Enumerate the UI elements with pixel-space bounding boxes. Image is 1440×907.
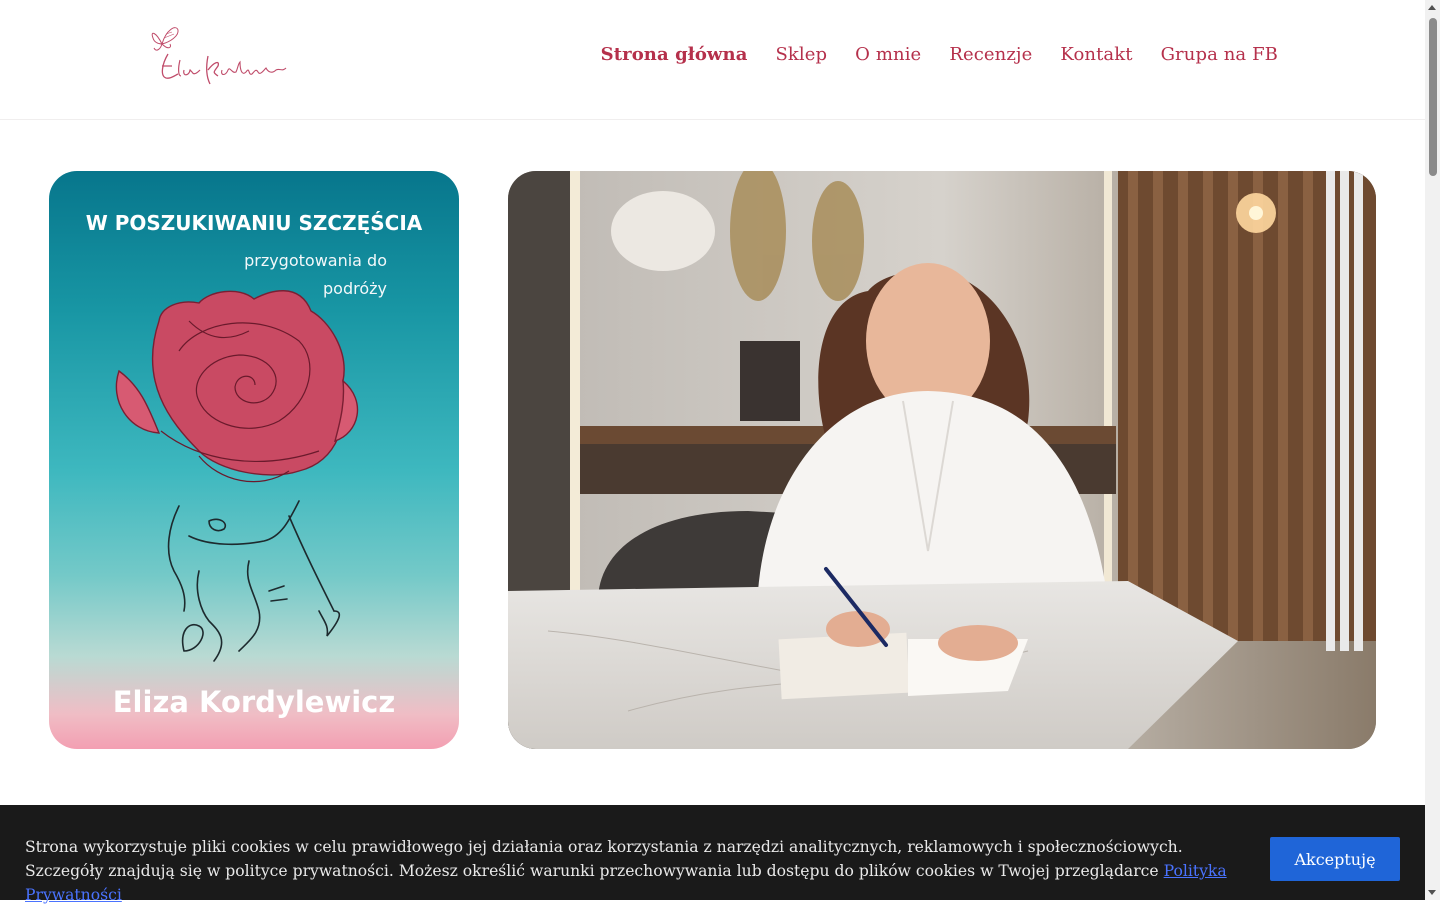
book-title: W POSZUKIWANIU SZCZĘŚCIA — [85, 211, 423, 235]
scroll-up-arrow-icon[interactable] — [1428, 5, 1436, 10]
cookie-message: Strona wykorzystuje pliki cookies w celu… — [25, 835, 1250, 907]
book-subtitle: przygotowania do podróży — [227, 247, 387, 303]
nav-grupa-na-fb[interactable]: Grupa na FB — [1161, 44, 1278, 65]
main-nav: Strona główna Sklep O mnie Recenzje Kont… — [601, 44, 1278, 65]
book-cover[interactable]: W POSZUKIWANIU SZCZĘŚCIA przygotowania d… — [49, 171, 459, 749]
author-photo-scene — [508, 171, 1376, 749]
nav-sklep[interactable]: Sklep — [775, 44, 827, 65]
book-author: Eliza Kordylewicz — [112, 685, 396, 719]
scrollbar-thumb[interactable] — [1429, 18, 1437, 176]
page-scrollbar[interactable] — [1425, 0, 1440, 900]
site-logo[interactable] — [148, 20, 290, 90]
nav-o-mnie[interactable]: O mnie — [855, 44, 921, 65]
cookie-banner: Strona wykorzystuje pliki cookies w celu… — [0, 805, 1425, 904]
nav-recenzje[interactable]: Recenzje — [949, 44, 1032, 65]
nav-strona-glowna[interactable]: Strona główna — [601, 44, 748, 65]
cookie-message-text: Strona wykorzystuje pliki cookies w celu… — [25, 838, 1183, 880]
scroll-down-arrow-icon[interactable] — [1428, 890, 1436, 895]
site-header: Strona główna Sklep O mnie Recenzje Kont… — [0, 0, 1425, 120]
accept-cookies-button[interactable]: Akceptuję — [1270, 837, 1400, 881]
book-subtitle-line1: przygotowania do — [244, 251, 387, 270]
author-photo — [508, 171, 1376, 749]
book-subtitle-line2: podróży — [323, 279, 387, 298]
nav-kontakt[interactable]: Kontakt — [1060, 44, 1132, 65]
butterfly-icon — [151, 27, 287, 85]
